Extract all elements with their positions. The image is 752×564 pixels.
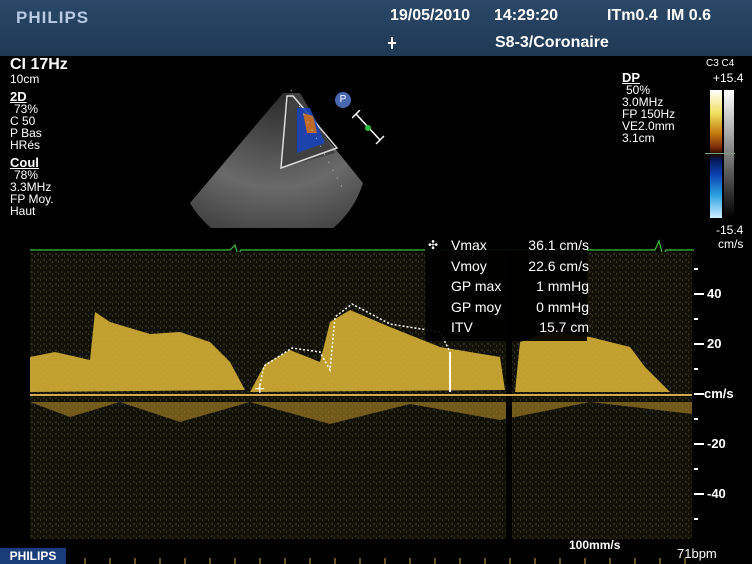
vmoy-row: Vmoy 22.6 cm/s [451,256,589,277]
tick-20: 20 [707,336,722,351]
left-settings-panel: CI 17Hz 10cm 2D 73% C 50 P Bas HRés Coul… [10,56,68,218]
itv-row: ITV 15.7 cm [451,317,589,338]
cursor-mark-h [388,42,396,44]
vmax-label: Vmax [451,237,487,253]
color-scale-bottom: -15.4 [716,223,744,237]
vmax-value: 36.1 cm/s [528,237,589,253]
tick-40: 40 [707,286,722,301]
tick-minus-20: -20 [707,436,726,451]
tick-minus-40: -40 [707,486,726,501]
color-setting: Haut [10,204,36,218]
gpmoy-row: GP moy 0 mmHg [451,297,589,318]
doppler-spectrum: + [30,252,692,539]
color-scale-unit: cm/s [718,237,744,251]
right-settings-panel: DP 50% 3.0MHz FP 150Hz VE2.0mm 3.1cm [622,71,675,145]
brand-logo: PHILIPS [16,8,90,27]
gpmax-row: GP max 1 mmHg [451,276,589,297]
color-map-label: C3 C4 [706,58,735,69]
gpmoy-label: GP moy [451,298,502,315]
2d-resolution: HRés [10,138,41,152]
sector-image [185,88,385,251]
color-scale-top: +15.4 [713,71,744,85]
itv-label: ITV [451,319,473,335]
gpmax-label: GP max [451,278,502,294]
vmoy-label: Vmoy [451,257,487,274]
vmoy-value: 22.6 cm/s [528,257,589,274]
grayscale-bar [724,90,734,218]
sample-gate-icon [352,110,385,145]
sweep-speed: 100mm/s [569,538,621,552]
exam-date: 19/05/2010 [390,7,471,24]
gpmoy-value: 0 mmHg [536,298,589,315]
safety-indices: ITm0.4 IM 0.6 [607,7,712,24]
footer-brand-logo: PHILIPS [0,548,66,564]
pw-marker-icon: P [335,92,351,108]
probe-preset: S8-3/Coronaire [495,34,609,51]
pw-gate-depth: 3.1cm [622,131,655,145]
heart-rate: 71bpm [677,546,717,561]
vmax-row: Vmax 36.1 cm/s [451,235,589,256]
itv-value: 15.7 cm [539,319,589,335]
measurement-marker-icon: ✣ [428,238,439,252]
svg-text:+: + [254,381,266,397]
mode-label: CI 17Hz [10,56,68,73]
depth-label: 10cm [10,72,40,86]
color-velocity-bar [710,90,722,218]
time-axis-ticks [60,558,686,564]
gpmax-value: 1 mmHg [536,278,589,294]
exam-time: 14:29:20 [494,7,559,24]
color-bar-baseline [705,153,735,154]
tick-unit: cm/s [704,386,734,401]
measurement-results: Vmax 36.1 cm/s Vmoy 22.6 cm/s GP max 1 m… [451,235,589,338]
